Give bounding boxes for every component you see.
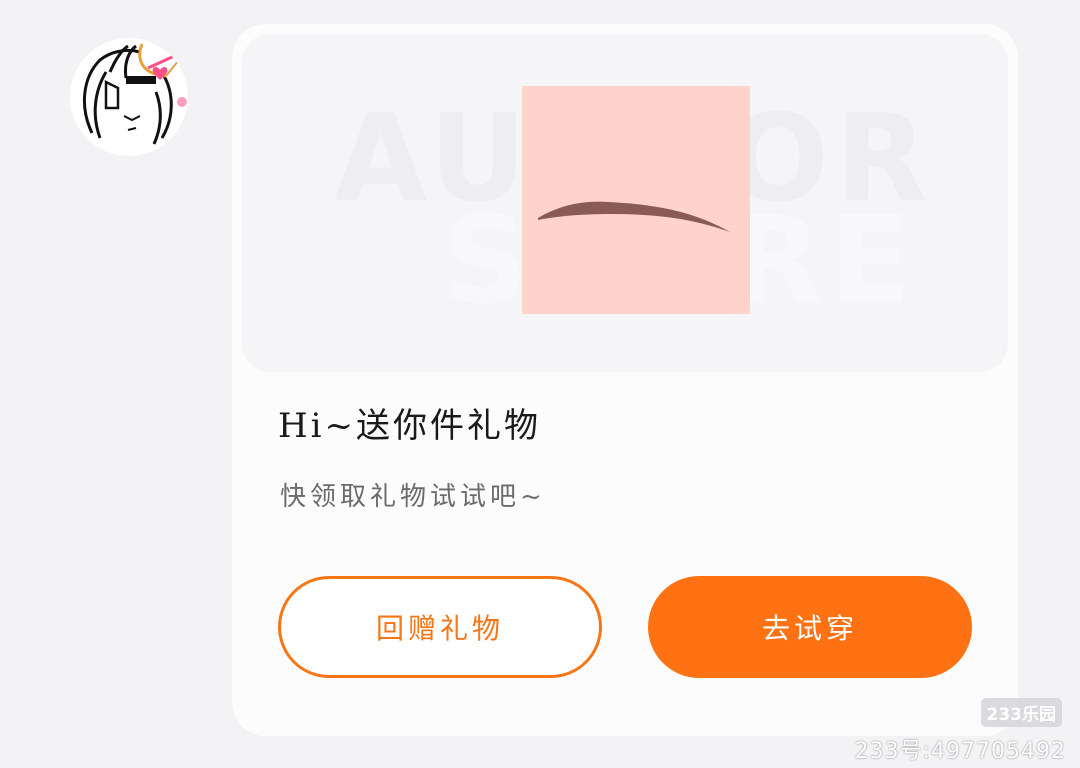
- return-gift-button[interactable]: 回赠礼物: [278, 576, 602, 678]
- character-avatar-icon: [82, 40, 188, 145]
- avatar[interactable]: [70, 38, 188, 156]
- eyebrow-item-icon: [538, 201, 730, 232]
- try-on-button[interactable]: 去试穿: [648, 576, 972, 678]
- account-id-watermark: 233号:497705492: [854, 739, 1066, 764]
- gift-banner: AUTHOR STORE: [242, 34, 1008, 372]
- gift-title: Hi~送你件礼物: [278, 406, 542, 446]
- brand-watermark: 233乐园: [980, 698, 1062, 727]
- gift-dialog-page: AUTHOR STORE Hi~送你件礼物 快领取礼物试试吧~ 回赠礼物 去试穿…: [0, 0, 1080, 768]
- gift-item-thumbnail: [522, 86, 750, 314]
- gift-subtitle: 快领取礼物试试吧~: [280, 482, 546, 512]
- gift-card: AUTHOR STORE Hi~送你件礼物 快领取礼物试试吧~ 回赠礼物 去试穿: [232, 24, 1018, 736]
